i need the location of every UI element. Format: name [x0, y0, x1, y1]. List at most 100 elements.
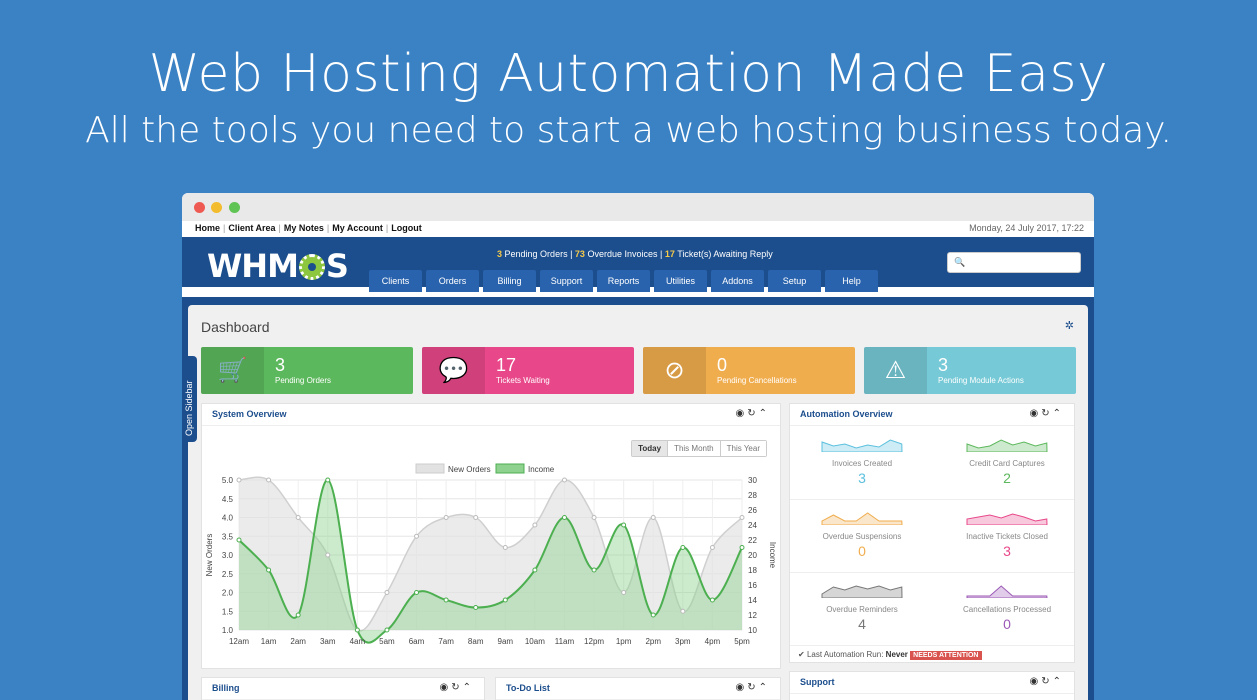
data-point-income — [236, 537, 242, 543]
data-point-new-orders — [236, 477, 242, 483]
data-point-income — [709, 597, 715, 603]
automation-label: Invoices Created — [831, 459, 893, 468]
collapse-icon[interactable]: ⌃ — [759, 682, 770, 693]
automation-overview-widget: Automation Overview ◉↻⌃ Invoices Created… — [789, 403, 1075, 663]
automation-item[interactable]: Overdue Suspensions 0 — [792, 509, 932, 559]
nav-reports[interactable]: Reports — [597, 270, 650, 292]
nav-clients[interactable]: Clients — [369, 270, 422, 292]
content-area: Dashboard ✲ 🛒 3 Pending Orders 💬 17 Tick… — [182, 297, 1094, 700]
refresh-icon[interactable]: ↻ — [451, 682, 462, 693]
hide-icon[interactable]: ◉ — [735, 682, 747, 693]
data-point-income — [532, 567, 538, 573]
collapse-icon[interactable]: ⌃ — [1053, 408, 1064, 419]
close-window-button[interactable] — [194, 202, 205, 213]
automation-value: 3 — [1003, 543, 1011, 559]
data-point-income — [739, 545, 745, 550]
stat-value: 0 — [717, 355, 728, 375]
x-tick-label: 11am — [555, 637, 575, 646]
nav-addons[interactable]: Addons — [711, 270, 764, 292]
nav-billing[interactable]: Billing — [483, 270, 536, 292]
automation-item[interactable]: Cancellations Processed 0 — [937, 582, 1077, 632]
collapse-icon[interactable]: ⌃ — [759, 408, 770, 419]
x-tick-label: 12pm — [584, 637, 604, 646]
collapse-icon[interactable]: ⌃ — [463, 682, 474, 693]
hero-subtitle: All the tools you need to start a web ho… — [85, 110, 1172, 151]
stat-tickets-waiting[interactable]: 💬 17 Tickets Waiting — [422, 347, 634, 394]
stat-label: Tickets Waiting — [496, 376, 550, 385]
data-point-income — [680, 545, 686, 550]
refresh-icon[interactable]: ↻ — [1041, 676, 1052, 687]
gear-icon[interactable]: ✲ — [1065, 319, 1074, 332]
billing-widget: Billing ◉↻⌃ — [201, 677, 485, 700]
whmcs-logo[interactable]: WHM S — [207, 247, 349, 285]
widget-title: Automation Overview — [800, 409, 893, 419]
pending-orders-link[interactable]: Pending Orders — [505, 249, 568, 259]
automation-item[interactable]: Credit Card Captures 2 — [937, 436, 1077, 486]
y-tick-label: 3.5 — [222, 532, 234, 541]
y2-tick-label: 22 — [748, 536, 757, 545]
refresh-icon[interactable]: ↻ — [747, 682, 758, 693]
home-link[interactable]: Home — [192, 223, 223, 233]
stat-pending-cancellations[interactable]: ⊘ 0 Pending Cancellations — [643, 347, 855, 394]
open-sidebar-tab[interactable]: Open Sidebar — [182, 356, 197, 442]
minimize-window-button[interactable] — [211, 202, 222, 213]
stat-pending-orders[interactable]: 🛒 3 Pending Orders — [201, 347, 413, 394]
needs-attention-badge[interactable]: NEEDS ATTENTION — [910, 651, 982, 660]
data-point-new-orders — [709, 545, 715, 550]
my-notes-link[interactable]: My Notes — [281, 223, 327, 233]
hide-icon[interactable]: ◉ — [439, 682, 451, 693]
automation-value: 0 — [858, 543, 866, 559]
overdue-invoices-link[interactable]: Overdue Invoices — [587, 249, 657, 259]
x-tick-label: 8am — [468, 637, 484, 646]
y-tick-label: 4.5 — [222, 495, 234, 504]
stat-value: 3 — [938, 355, 949, 375]
y-tick-label: 2.5 — [222, 570, 234, 579]
client-area-link[interactable]: Client Area — [225, 223, 278, 233]
refresh-icon[interactable]: ↻ — [747, 408, 758, 419]
x-tick-label: 10am — [525, 637, 545, 646]
nav-help[interactable]: Help — [825, 270, 878, 292]
hide-icon[interactable]: ◉ — [735, 408, 747, 419]
maximize-window-button[interactable] — [229, 202, 240, 213]
stat-pending-module-actions[interactable]: ⚠ 3 Pending Module Actions — [864, 347, 1076, 394]
nav-support[interactable]: Support — [540, 270, 593, 292]
tickets-count[interactable]: 17 — [665, 249, 675, 259]
automation-item[interactable]: Overdue Reminders 4 — [792, 582, 932, 632]
header-alerts: 3 Pending Orders | 73 Overdue Invoices |… — [497, 249, 773, 259]
data-point-income — [561, 515, 567, 520]
overdue-invoices-count[interactable]: 73 — [575, 249, 585, 259]
automation-value: 3 — [858, 470, 866, 486]
data-point-income — [473, 605, 479, 610]
nav-setup[interactable]: Setup — [768, 270, 821, 292]
automation-label: Overdue Suspensions — [822, 532, 902, 541]
automation-label: Overdue Reminders — [826, 605, 898, 614]
y2-tick-label: 12 — [748, 611, 757, 620]
data-point-new-orders — [561, 477, 567, 483]
data-point-new-orders — [532, 522, 538, 528]
sparkline — [966, 439, 1048, 453]
data-point-new-orders — [739, 515, 745, 520]
collapse-icon[interactable]: ⌃ — [1053, 676, 1064, 687]
system-overview-widget: System Overview ◉↻⌃ Today This Month Thi… — [201, 403, 781, 669]
y-tick-label: 2.0 — [222, 589, 234, 598]
hide-icon[interactable]: ◉ — [1029, 676, 1041, 687]
automation-item[interactable]: Invoices Created 3 — [792, 436, 932, 486]
pending-orders-count[interactable]: 3 — [497, 249, 502, 259]
tickets-link[interactable]: Ticket(s) Awaiting Reply — [677, 249, 773, 259]
hide-icon[interactable]: ◉ — [1029, 408, 1041, 419]
window-titlebar — [182, 193, 1094, 221]
refresh-icon[interactable]: ↻ — [1041, 408, 1052, 419]
automation-item[interactable]: Inactive Tickets Closed 3 — [937, 509, 1077, 559]
data-point-income — [650, 612, 656, 618]
y-tick-label: 1.0 — [222, 626, 234, 635]
logout-link[interactable]: Logout — [388, 223, 425, 233]
my-account-link[interactable]: My Account — [329, 223, 386, 233]
data-point-income — [325, 477, 331, 483]
search-input[interactable]: 🔍 — [947, 252, 1081, 273]
data-point-new-orders — [325, 552, 331, 558]
data-point-new-orders — [384, 590, 390, 595]
x-tick-label: 4pm — [705, 637, 721, 646]
nav-orders[interactable]: Orders — [426, 270, 479, 292]
nav-utilities[interactable]: Utilities — [654, 270, 707, 292]
stat-label: Pending Module Actions — [938, 376, 1024, 385]
